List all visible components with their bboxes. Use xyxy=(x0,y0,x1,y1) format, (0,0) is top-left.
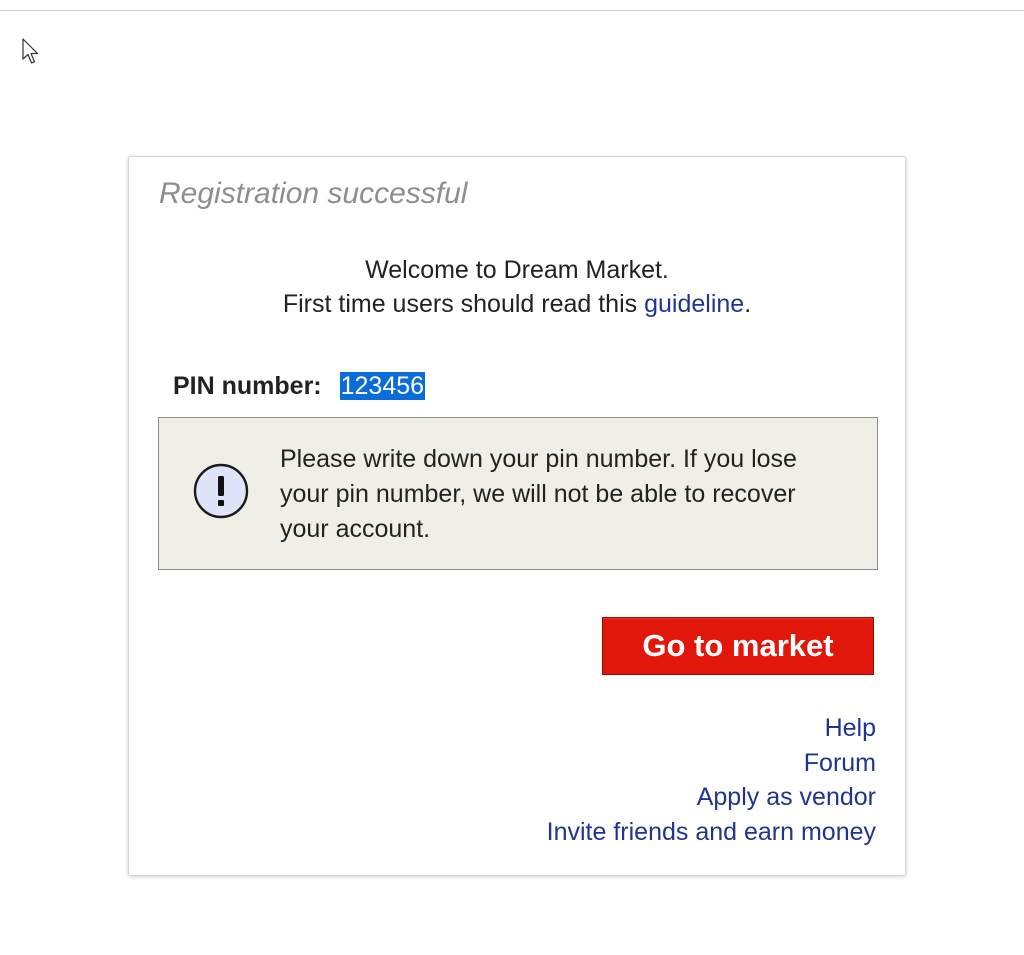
browser-top-border xyxy=(0,10,1024,11)
registration-panel: Registration successful Welcome to Dream… xyxy=(128,156,906,876)
guideline-link[interactable]: guideline xyxy=(644,290,744,318)
guideline-suffix: . xyxy=(744,290,752,318)
guideline-prefix: First time users should read this xyxy=(282,290,645,318)
panel-title: Registration successful xyxy=(159,177,468,210)
guideline-line: First time users should read this guidel… xyxy=(129,287,905,321)
help-link[interactable]: Help xyxy=(547,711,876,746)
welcome-line: Welcome to Dream Market. xyxy=(365,256,669,284)
mouse-cursor-icon xyxy=(22,38,39,64)
go-to-market-button[interactable]: Go to market xyxy=(602,617,874,675)
pin-label: PIN number: xyxy=(173,372,322,400)
invite-friends-link[interactable]: Invite friends and earn money xyxy=(547,815,876,850)
footer-links: Help Forum Apply as vendor Invite friend… xyxy=(547,711,876,849)
pin-value[interactable]: 123456 xyxy=(339,372,426,400)
warning-box: Please write down your pin number. If yo… xyxy=(158,417,878,570)
welcome-message: Welcome to Dream Market. First time user… xyxy=(129,253,905,321)
exclamation-icon xyxy=(193,463,249,519)
warning-text: Please write down your pin number. If yo… xyxy=(280,445,797,543)
apply-vendor-link[interactable]: Apply as vendor xyxy=(547,780,876,815)
pin-row: PIN number: 123456 xyxy=(173,369,426,403)
forum-link[interactable]: Forum xyxy=(547,746,876,781)
